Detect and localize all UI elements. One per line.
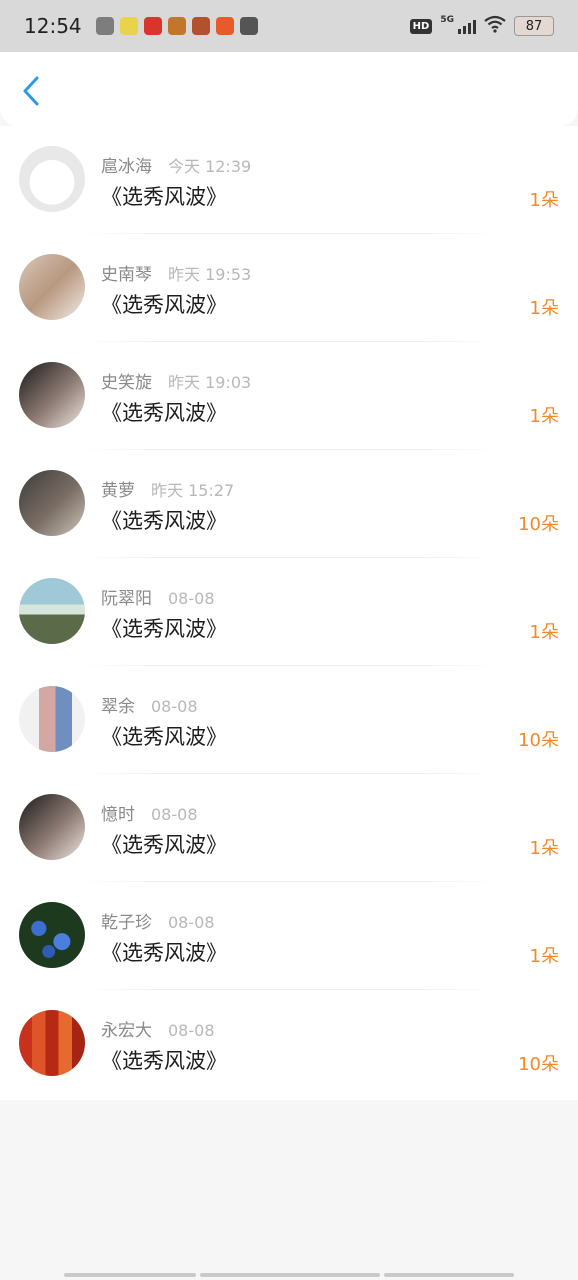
book-title: 《选秀风波》: [101, 401, 227, 425]
status-indicators: HD 5G 87: [409, 15, 554, 37]
gift-row[interactable]: 阮翠阳 08-08 《选秀风波》 1朵: [0, 558, 578, 666]
battery-level: 87: [525, 18, 543, 34]
sender-name: 永宏大: [101, 1021, 152, 1041]
gift-count: 10朵: [518, 514, 559, 535]
gift-row[interactable]: 史笑旋 昨天 19:03 《选秀风波》 1朵: [0, 342, 578, 450]
book-title: 《选秀风波》: [101, 941, 227, 965]
signal-icon: [458, 18, 476, 34]
gift-count: 10朵: [518, 1054, 559, 1075]
book-title: 《选秀风波》: [101, 725, 227, 749]
header: [0, 52, 578, 126]
gift-time: 08-08: [168, 1021, 215, 1040]
gift-count: 1朵: [529, 838, 559, 859]
gift-row[interactable]: 永宏大 08-08 《选秀风波》 10朵: [0, 990, 578, 1098]
face-app-icon: [120, 17, 138, 35]
gift-row[interactable]: 史南琴 昨天 19:53 《选秀风波》 1朵: [0, 234, 578, 342]
gift-time: 昨天 19:53: [168, 265, 252, 284]
sender-name: 黄萝: [101, 481, 135, 501]
game2-app-icon: [192, 17, 210, 35]
crown-app-icon: [240, 17, 258, 35]
avatar[interactable]: [19, 254, 85, 320]
gift-row[interactable]: 憶时 08-08 《选秀风波》 1朵: [0, 774, 578, 882]
name-line: 史南琴 昨天 19:53: [101, 260, 251, 285]
network-type: 5G: [440, 15, 454, 25]
name-line: 乾子珍 08-08: [101, 908, 215, 933]
book-title: 《选秀风波》: [101, 185, 227, 209]
gift-list: 扈冰海 今天 12:39 《选秀风波》 1朵 史南琴 昨天 19:53 《选秀风…: [0, 126, 578, 1100]
gift-time: 08-08: [168, 589, 215, 608]
book-title: 《选秀风波》: [101, 509, 227, 533]
gift-count: 1朵: [529, 406, 559, 427]
sender-name: 翠余: [101, 697, 135, 717]
gift-time: 今天 12:39: [168, 157, 252, 176]
status-time: 12:54: [24, 14, 82, 38]
battery-icon: 87: [514, 16, 554, 36]
sender-name: 扈冰海: [101, 157, 152, 177]
gift-count: 1朵: [529, 946, 559, 967]
name-line: 永宏大 08-08: [101, 1016, 215, 1041]
gift-count: 10朵: [518, 730, 559, 751]
gift-row[interactable]: 黄萝 昨天 15:27 《选秀风波》 10朵: [0, 450, 578, 558]
sender-name: 史南琴: [101, 265, 152, 285]
name-line: 翠余 08-08: [101, 692, 198, 717]
gift-time: 昨天 19:03: [168, 373, 252, 392]
book-title: 《选秀风波》: [101, 833, 227, 857]
sender-name: 阮翠阳: [101, 589, 152, 609]
avatar[interactable]: [19, 902, 85, 968]
name-line: 扈冰海 今天 12:39: [101, 152, 251, 177]
gift-count: 1朵: [529, 298, 559, 319]
name-line: 史笑旋 昨天 19:03: [101, 368, 251, 393]
gift-row[interactable]: 乾子珍 08-08 《选秀风波》 1朵: [0, 882, 578, 990]
gift-row[interactable]: 扈冰海 今天 12:39 《选秀风波》 1朵: [0, 126, 578, 234]
gift-time: 08-08: [168, 913, 215, 932]
avatar[interactable]: [19, 146, 85, 212]
gift-count: 1朵: [529, 622, 559, 643]
gift-time: 08-08: [151, 697, 198, 716]
avatar[interactable]: [19, 470, 85, 536]
name-line: 憶时 08-08: [101, 800, 198, 825]
book-title: 《选秀风波》: [101, 1049, 227, 1073]
chevron-left-icon: [23, 76, 39, 106]
avatar[interactable]: [19, 794, 85, 860]
home-indicator[interactable]: [64, 1273, 514, 1277]
wifi-icon: [484, 15, 506, 37]
book-title: 《选秀风波》: [101, 293, 227, 317]
avatar[interactable]: [19, 578, 85, 644]
avatar[interactable]: [19, 1010, 85, 1076]
game-app-icon: [168, 17, 186, 35]
sender-name: 乾子珍: [101, 913, 152, 933]
settings-app-icon: [96, 17, 114, 35]
name-line: 阮翠阳 08-08: [101, 584, 215, 609]
book-title: 《选秀风波》: [101, 617, 227, 641]
name-line: 黄萝 昨天 15:27: [101, 476, 234, 501]
gift-row[interactable]: 翠余 08-08 《选秀风波》 10朵: [0, 666, 578, 774]
back-button[interactable]: [16, 74, 46, 108]
sender-name: 憶时: [101, 805, 135, 825]
sender-name: 史笑旋: [101, 373, 152, 393]
gift-time: 08-08: [151, 805, 198, 824]
red-app-icon: [144, 17, 162, 35]
orange-app-icon: [216, 17, 234, 35]
avatar[interactable]: [19, 362, 85, 428]
gift-count: 1朵: [529, 190, 559, 211]
status-bar: 12:54 HD 5G 87: [0, 0, 578, 52]
status-app-icons: [96, 17, 258, 35]
avatar[interactable]: [19, 686, 85, 752]
hd-icon: HD: [409, 18, 433, 34]
gift-time: 昨天 15:27: [151, 481, 235, 500]
